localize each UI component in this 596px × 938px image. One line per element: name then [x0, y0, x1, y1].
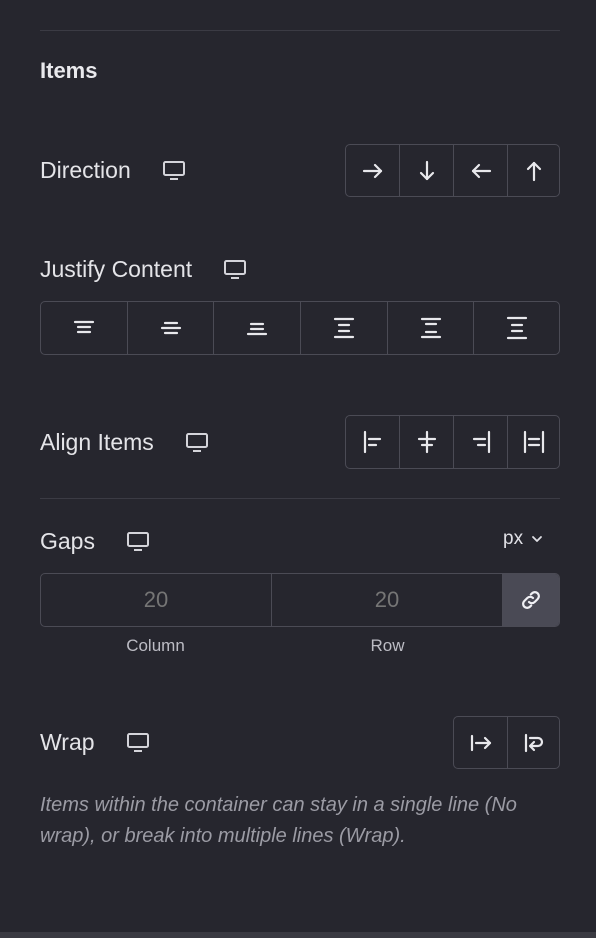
- desktop-monitor-icon[interactable]: [184, 432, 210, 454]
- direction-column-reverse-button[interactable]: [508, 145, 559, 196]
- align-stretch-icon: [521, 429, 547, 455]
- unit-selector[interactable]: px: [503, 528, 543, 550]
- bottom-bar: [0, 932, 596, 938]
- justify-space-evenly-button[interactable]: [474, 302, 559, 354]
- direction-column-button[interactable]: [400, 145, 454, 196]
- direction-row-reverse-button[interactable]: [454, 145, 508, 196]
- wrap-control: [453, 716, 560, 769]
- justify-space-evenly-icon: [504, 315, 530, 341]
- chevron-down-icon: [531, 534, 543, 544]
- wrap-icon: [521, 730, 547, 756]
- link-values-button[interactable]: [503, 574, 559, 626]
- align-center-icon: [414, 429, 440, 455]
- arrow-up-icon: [522, 159, 546, 183]
- gap-row-label: Row: [370, 636, 405, 655]
- justify-space-around-icon: [418, 315, 444, 341]
- link-icon: [519, 588, 543, 612]
- gaps-label-row: Gaps: [40, 528, 151, 555]
- desktop-monitor-icon[interactable]: [222, 259, 248, 281]
- arrow-down-icon: [415, 159, 439, 183]
- justify-content-control: [40, 301, 560, 355]
- align-end-icon: [468, 429, 494, 455]
- direction-row-button[interactable]: [346, 145, 400, 196]
- justify-space-between-button[interactable]: [301, 302, 388, 354]
- wrap-label-row: Wrap: [40, 729, 151, 756]
- direction-label-row: Direction: [40, 157, 187, 184]
- gap-column-input[interactable]: [41, 574, 272, 626]
- wrap-label: Wrap: [40, 729, 95, 755]
- align-start-button[interactable]: [346, 416, 400, 468]
- direction-control: [345, 144, 560, 197]
- justify-content-label: Justify Content: [40, 256, 193, 282]
- section-title: Items: [40, 58, 98, 83]
- arrow-left-icon: [469, 159, 493, 183]
- gaps-control: [40, 573, 560, 627]
- align-stretch-button[interactable]: [508, 416, 559, 468]
- align-divider: [40, 498, 560, 499]
- align-items-label-row: Align Items: [40, 429, 210, 456]
- justify-center-icon: [158, 315, 184, 341]
- gap-column-label: Column: [126, 636, 185, 655]
- wrap-button[interactable]: [508, 717, 559, 768]
- wrap-help-text: Items within the container can stay in a…: [40, 794, 517, 847]
- justify-space-around-button[interactable]: [388, 302, 474, 354]
- unit-value: px: [503, 528, 524, 549]
- no-wrap-icon: [468, 730, 494, 756]
- align-items-label: Align Items: [40, 429, 154, 455]
- top-divider: [40, 30, 560, 31]
- desktop-monitor-icon[interactable]: [125, 732, 151, 754]
- justify-end-icon: [244, 315, 270, 341]
- gaps-label: Gaps: [40, 528, 95, 554]
- no-wrap-button[interactable]: [454, 717, 508, 768]
- justify-content-label-row: Justify Content: [40, 256, 248, 283]
- align-center-button[interactable]: [400, 416, 454, 468]
- justify-start-icon: [71, 315, 97, 341]
- align-start-icon: [360, 429, 386, 455]
- desktop-monitor-icon[interactable]: [161, 160, 187, 182]
- align-items-control: [345, 415, 560, 469]
- desktop-monitor-icon[interactable]: [125, 531, 151, 553]
- justify-start-button[interactable]: [41, 302, 128, 354]
- align-end-button[interactable]: [454, 416, 508, 468]
- justify-center-button[interactable]: [128, 302, 214, 354]
- justify-space-between-icon: [331, 315, 357, 341]
- direction-label: Direction: [40, 157, 131, 183]
- gap-row-input[interactable]: [272, 574, 503, 626]
- arrow-right-icon: [361, 159, 385, 183]
- justify-end-button[interactable]: [214, 302, 301, 354]
